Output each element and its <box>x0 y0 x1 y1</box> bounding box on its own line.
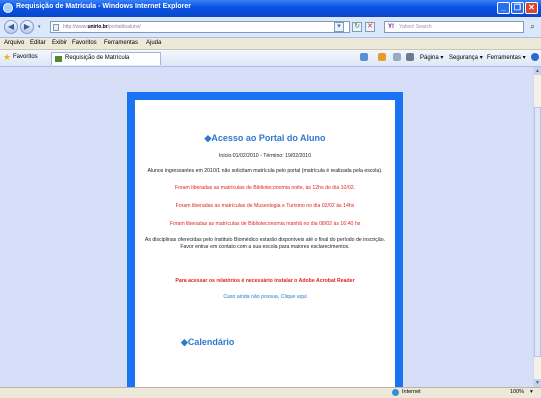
mail-icon[interactable] <box>393 53 401 61</box>
zone-text: Internet <box>402 389 421 395</box>
internet-zone-icon <box>392 389 399 396</box>
tab-requisicao[interactable]: Requisição de Matrícula <box>51 52 161 65</box>
title-bar: Requisição de Matrícula - Windows Intern… <box>0 0 541 17</box>
home-icon[interactable] <box>360 53 368 61</box>
address-dropdown-icon[interactable]: ▾ <box>334 22 344 32</box>
content-frame: ◆Acesso ao Portal do Aluno Início:01/02/… <box>127 92 403 387</box>
tools-menu[interactable]: Ferramentas ▾ <box>487 54 526 61</box>
forward-button[interactable]: ▶ <box>20 20 34 34</box>
history-dropdown-icon[interactable]: ▾ <box>38 24 44 30</box>
ie-logo-icon <box>3 3 13 13</box>
scroll-thumb[interactable] <box>534 107 541 357</box>
minimize-button[interactable]: _ <box>497 2 510 14</box>
acrobat-download-link[interactable]: Caso ainda não possua, Clique aqui <box>135 294 395 301</box>
favorites-star-icon[interactable]: ★ <box>3 53 11 62</box>
menu-editar[interactable]: Editar <box>30 40 46 46</box>
help-icon[interactable] <box>531 53 539 61</box>
scroll-up-arrow-icon[interactable]: ▲ <box>534 67 541 75</box>
tab-page-icon <box>55 56 62 62</box>
print-icon[interactable] <box>406 53 414 61</box>
page-viewport: ◆Acesso ao Portal do Aluno Início:01/02/… <box>0 67 533 387</box>
back-button[interactable]: ◀ <box>4 20 18 34</box>
search-input[interactable]: Y! Yahoo! Search <box>384 21 524 33</box>
ingressantes-text: Alunos ingressantes em 2010/1 não solici… <box>147 168 383 174</box>
address-input[interactable]: http://www.unirio.br/portaldoaluno/ <box>50 21 350 33</box>
menu-ferramentas[interactable]: Ferramentas <box>104 40 138 46</box>
search-placeholder: Yahoo! Search <box>399 24 432 30</box>
security-menu[interactable]: Segurança ▾ <box>449 54 483 61</box>
contato-text: Favor entrar em contato com a sua escola… <box>180 244 350 250</box>
zoom-dropdown-icon[interactable]: ▾ <box>530 389 533 395</box>
search-button[interactable]: ⌕ <box>526 21 539 33</box>
portal-heading: ◆Acesso ao Portal do Aluno <box>204 133 326 143</box>
favorites-bar: ★ Favoritos Requisição de Matrícula Pági… <box>0 50 541 67</box>
tab-label: Requisição de Matrícula <box>65 55 130 61</box>
url-text: http://www.unirio.br/portaldoaluno/ <box>63 24 141 30</box>
window-title: Requisição de Matrícula - Windows Intern… <box>16 3 191 10</box>
page-icon <box>53 24 59 31</box>
menu-ajuda[interactable]: Ajuda <box>146 40 161 46</box>
menu-exibir[interactable]: Exibir <box>52 40 67 46</box>
notice-biblioteconomia-noite: Foram liberadas as matrículas de Bibliot… <box>174 185 356 191</box>
menu-arquivo[interactable]: Arquivo <box>4 40 24 46</box>
scroll-down-arrow-icon[interactable]: ▼ <box>534 379 541 387</box>
vertical-scrollbar[interactable]: ▲ ▼ <box>533 67 541 387</box>
dates-text: Início:01/02/2010 - Término: 19/02/2010 <box>218 153 312 159</box>
favorites-button[interactable]: Favoritos <box>13 54 38 60</box>
status-bar: Internet 100% ▾ <box>0 387 541 398</box>
refresh-button[interactable]: ↻ <box>352 22 362 32</box>
notice-museologia-turismo: Foram liberadas as matrículas de Museolo… <box>175 203 355 209</box>
feeds-icon[interactable] <box>378 53 386 61</box>
acrobat-notice: Para acessar os relatórios é necessário … <box>175 278 355 284</box>
calendar-heading: ◆Calendário <box>181 337 235 347</box>
close-button[interactable]: ✕ <box>525 2 538 14</box>
disciplinas-text: As disciplinas oferecidas pelo Instituto… <box>144 237 386 243</box>
content-box: ◆Acesso ao Portal do Aluno Início:01/02/… <box>135 100 395 387</box>
page-menu[interactable]: Página ▾ <box>420 54 443 61</box>
maximize-button[interactable]: ❐ <box>511 2 524 14</box>
yahoo-logo-icon: Y! <box>388 24 394 30</box>
zoom-level[interactable]: 100% <box>510 389 524 395</box>
notice-biblioteconomia-manha: Foram liberadas as matrículas de Bibliot… <box>169 221 361 227</box>
menu-bar: Arquivo Editar Exibir Favoritos Ferramen… <box>0 38 541 50</box>
address-row: ◀ ▶ ▾ http://www.unirio.br/portaldoaluno… <box>0 17 541 38</box>
stop-button[interactable]: ✕ <box>365 22 375 32</box>
browser-window: Requisição de Matrícula - Windows Intern… <box>0 0 541 398</box>
menu-favoritos[interactable]: Favoritos <box>72 40 97 46</box>
